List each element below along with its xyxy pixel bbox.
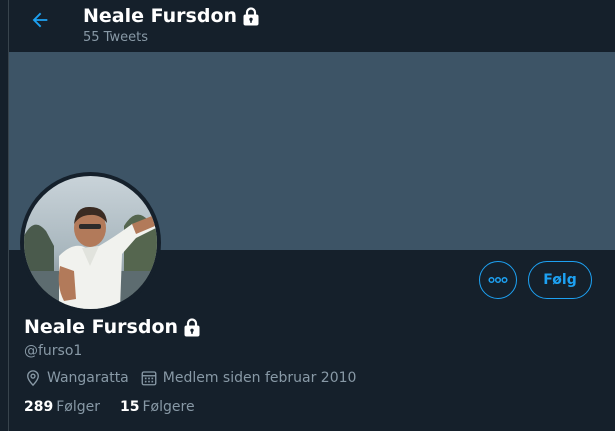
following-count: 289	[24, 399, 54, 415]
calendar-icon	[140, 369, 158, 387]
following-label: Følger	[56, 399, 100, 415]
avatar-photo	[24, 176, 157, 309]
tweet-count: 55 Tweets	[83, 30, 148, 45]
follow-button[interactable]: Følg	[528, 261, 592, 299]
arrow-left-icon	[29, 9, 51, 31]
back-button[interactable]	[28, 8, 52, 32]
header-title: Neale Fursdon	[83, 5, 238, 27]
join-date-text: Medlem siden februar 2010	[162, 370, 357, 386]
followers-link[interactable]: 15 Følgere	[120, 397, 195, 417]
lock-icon	[183, 317, 201, 337]
profile-header-bar: Neale Fursdon 55 Tweets	[9, 0, 615, 52]
followers-label: Følgere	[142, 399, 195, 415]
more-options-button[interactable]	[479, 261, 517, 299]
location-pin-icon	[24, 369, 42, 387]
lock-icon	[242, 6, 260, 26]
more-options-icon	[488, 276, 508, 284]
location-text: Wangaratta	[47, 370, 129, 386]
location: Wangaratta	[24, 368, 129, 388]
following-link[interactable]: 289 Følger	[24, 397, 100, 417]
profile-stats: 289 Følger 15 Følgere	[24, 397, 215, 417]
profile-handle: @furso1	[24, 343, 83, 359]
join-date: Medlem siden februar 2010	[140, 368, 357, 388]
profile-meta: Wangaratta Medlem siden februar 2010	[24, 368, 367, 388]
header-title-row: Neale Fursdon	[83, 3, 260, 29]
profile-name: Neale Fursdon	[24, 316, 179, 338]
followers-count: 15	[120, 399, 140, 415]
profile-name-row: Neale Fursdon	[24, 314, 201, 340]
avatar[interactable]	[20, 172, 161, 313]
profile-page: Neale Fursdon 55 Tweets Følg Neale Fursd…	[0, 0, 615, 431]
